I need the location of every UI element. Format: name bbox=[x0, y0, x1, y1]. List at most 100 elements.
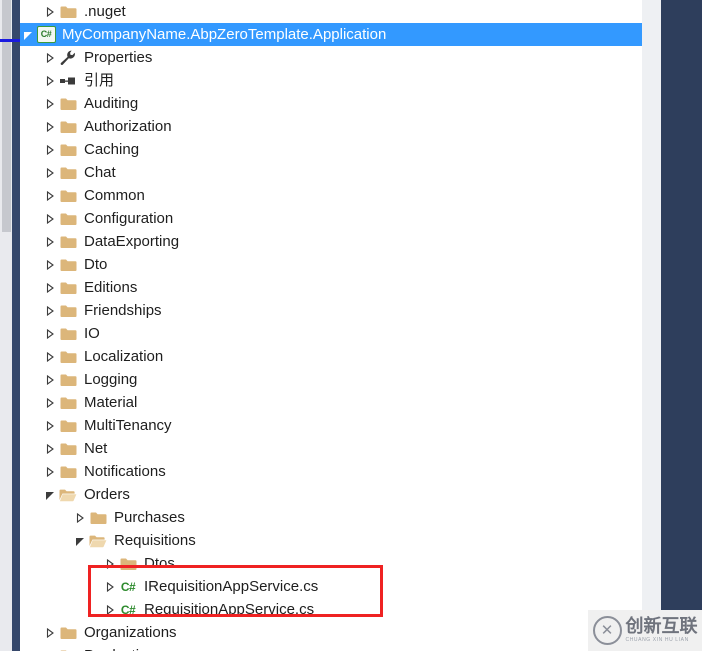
folder-closed-icon bbox=[58, 230, 78, 253]
tree-row[interactable]: Properties bbox=[20, 46, 642, 69]
folder-closed-icon bbox=[58, 345, 78, 368]
folder-closed-icon bbox=[58, 299, 78, 322]
tree-item-label: Localization bbox=[84, 348, 164, 365]
watermark: ✕ 创新互联 CHUANG XIN HU LIAN bbox=[588, 610, 702, 651]
tree-row[interactable]: MultiTenancy bbox=[20, 414, 642, 437]
tree-row[interactable]: Orders bbox=[20, 483, 642, 506]
tree-row[interactable]: Production bbox=[20, 644, 642, 651]
folder-closed-icon bbox=[58, 253, 78, 276]
expander-expanded-icon[interactable] bbox=[20, 23, 36, 46]
watermark-pinyin: CHUANG XIN HU LIAN bbox=[625, 637, 689, 643]
tree-row[interactable]: Requisitions bbox=[20, 529, 642, 552]
tree-row[interactable]: Dto bbox=[20, 253, 642, 276]
tree-item-label: Editions bbox=[84, 279, 138, 296]
tree-item-label: Common bbox=[84, 187, 145, 204]
tree-item-label: Material bbox=[84, 394, 138, 411]
tree-row[interactable]: Configuration bbox=[20, 207, 642, 230]
folder-closed-icon bbox=[58, 460, 78, 483]
expander-collapsed-icon[interactable] bbox=[42, 391, 58, 414]
folder-closed-icon bbox=[58, 115, 78, 138]
tree-row[interactable]: Material bbox=[20, 391, 642, 414]
expander-collapsed-icon[interactable] bbox=[42, 437, 58, 460]
expander-collapsed-icon[interactable] bbox=[42, 92, 58, 115]
tree-row[interactable]: Editions bbox=[20, 276, 642, 299]
folder-open-icon bbox=[88, 529, 108, 552]
watermark-chinese: 创新互联 bbox=[625, 616, 698, 637]
csharp-file-icon: C# bbox=[118, 575, 138, 598]
csharp-project-glyph: C# bbox=[36, 26, 56, 43]
left-scrollbar-thumb[interactable] bbox=[2, 0, 11, 232]
tree-row[interactable]: Chat bbox=[20, 161, 642, 184]
tree-row[interactable]: Authorization bbox=[20, 115, 642, 138]
expander-collapsed-icon[interactable] bbox=[42, 46, 58, 69]
expander-collapsed-icon[interactable] bbox=[42, 621, 58, 644]
csharp-file-glyph: C# bbox=[120, 602, 136, 617]
tree-row[interactable]: Friendships bbox=[20, 299, 642, 322]
folder-closed-icon bbox=[58, 391, 78, 414]
tree-row[interactable]: 引用 bbox=[20, 69, 642, 92]
left-navy-strip bbox=[12, 0, 20, 651]
expander-collapsed-icon[interactable] bbox=[102, 552, 118, 575]
expander-collapsed-icon[interactable] bbox=[42, 184, 58, 207]
expander-collapsed-icon[interactable] bbox=[102, 575, 118, 598]
expander-expanded-icon[interactable] bbox=[72, 529, 88, 552]
tree-row[interactable]: C# IRequisitionAppService.cs bbox=[20, 575, 642, 598]
screenshot-root: .nuget C# MyCompanyName.AbpZeroTemplate.Ap… bbox=[0, 0, 702, 651]
expander-expanded-icon[interactable] bbox=[42, 483, 58, 506]
expander-collapsed-icon[interactable] bbox=[42, 322, 58, 345]
folder-open-icon bbox=[58, 483, 78, 506]
csharp-project-icon: C# bbox=[36, 23, 56, 46]
tree-item-label: Requisitions bbox=[114, 532, 196, 549]
wrench-icon bbox=[58, 46, 78, 69]
expander-collapsed-icon[interactable] bbox=[42, 115, 58, 138]
tree-row[interactable]: Localization bbox=[20, 345, 642, 368]
tree-row[interactable]: Purchases bbox=[20, 506, 642, 529]
expander-collapsed-icon[interactable] bbox=[42, 253, 58, 276]
tree-row[interactable]: Logging bbox=[20, 368, 642, 391]
right-navy-panel bbox=[661, 0, 702, 622]
folder-closed-icon bbox=[118, 552, 138, 575]
watermark-logo-icon: ✕ bbox=[592, 616, 622, 645]
expander-collapsed-icon[interactable] bbox=[42, 345, 58, 368]
tree-item-label: Net bbox=[84, 440, 108, 457]
expander-collapsed-icon[interactable] bbox=[42, 0, 58, 23]
tree-row[interactable]: Net bbox=[20, 437, 642, 460]
expander-collapsed-icon[interactable] bbox=[42, 644, 58, 651]
expander-collapsed-icon[interactable] bbox=[102, 598, 118, 621]
tree-item-label: Purchases bbox=[114, 509, 185, 526]
tree-row[interactable]: DataExporting bbox=[20, 230, 642, 253]
expander-collapsed-icon[interactable] bbox=[42, 207, 58, 230]
tree-item-label: IO bbox=[84, 325, 100, 342]
tree-row[interactable]: Organizations bbox=[20, 621, 642, 644]
tree-row[interactable]: IO bbox=[20, 322, 642, 345]
folder-closed-icon bbox=[58, 0, 78, 23]
right-scrollbar-track[interactable] bbox=[642, 0, 661, 651]
folder-closed-icon bbox=[58, 276, 78, 299]
tree-item-label: Authorization bbox=[84, 118, 172, 135]
expander-collapsed-icon[interactable] bbox=[42, 230, 58, 253]
tree-row[interactable]: Caching bbox=[20, 138, 642, 161]
expander-collapsed-icon[interactable] bbox=[42, 138, 58, 161]
expander-collapsed-icon[interactable] bbox=[72, 506, 88, 529]
tree-row[interactable]: Dtos bbox=[20, 552, 642, 575]
left-scrollbar-track[interactable] bbox=[0, 0, 12, 651]
tree-item-label: Organizations bbox=[84, 624, 177, 641]
solution-explorer-tree[interactable]: .nuget C# MyCompanyName.AbpZeroTemplate.Ap… bbox=[20, 0, 642, 651]
expander-collapsed-icon[interactable] bbox=[42, 299, 58, 322]
tree-item-label: .nuget bbox=[84, 3, 126, 20]
tree-row-selected[interactable]: C# MyCompanyName.AbpZeroTemplate.Applicat… bbox=[20, 23, 642, 46]
expander-collapsed-icon[interactable] bbox=[42, 414, 58, 437]
expander-collapsed-icon[interactable] bbox=[42, 276, 58, 299]
expander-collapsed-icon[interactable] bbox=[42, 69, 58, 92]
folder-closed-icon bbox=[58, 207, 78, 230]
tree-row[interactable]: .nuget bbox=[20, 0, 642, 23]
expander-collapsed-icon[interactable] bbox=[42, 460, 58, 483]
tree-row[interactable]: Notifications bbox=[20, 460, 642, 483]
folder-closed-icon bbox=[58, 414, 78, 437]
tree-row[interactable]: Auditing bbox=[20, 92, 642, 115]
tree-item-label: Properties bbox=[84, 49, 153, 66]
tree-row[interactable]: C# RequisitionAppService.cs bbox=[20, 598, 642, 621]
tree-row[interactable]: Common bbox=[20, 184, 642, 207]
expander-collapsed-icon[interactable] bbox=[42, 368, 58, 391]
expander-collapsed-icon[interactable] bbox=[42, 161, 58, 184]
